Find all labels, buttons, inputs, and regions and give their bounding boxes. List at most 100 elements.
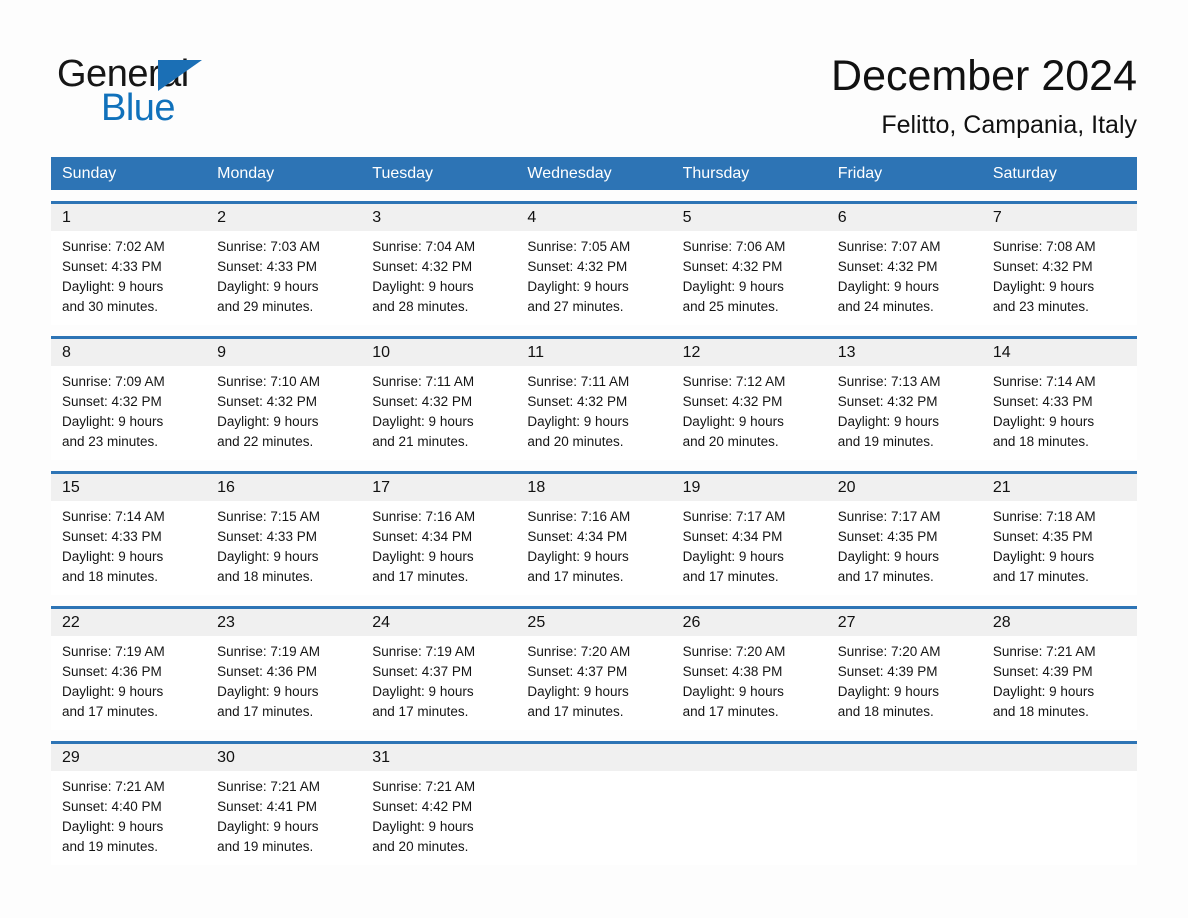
day-cell[interactable]: Sunrise: 7:14 AM Sunset: 4:33 PM Dayligh… — [982, 366, 1137, 460]
day-number[interactable]: 25 — [516, 609, 671, 636]
day-cell[interactable]: Sunrise: 7:20 AM Sunset: 4:37 PM Dayligh… — [516, 636, 671, 730]
day-cell[interactable]: Sunrise: 7:03 AM Sunset: 4:33 PM Dayligh… — [206, 231, 361, 325]
day-number[interactable]: 20 — [827, 474, 982, 501]
daylight-text: Daylight: 9 hours — [372, 414, 474, 429]
day-number[interactable]: 11 — [516, 339, 671, 366]
week-row: 1 2 3 4 5 6 7 Sunrise: 7:02 AM Sunset: 4… — [51, 201, 1137, 325]
week-detail-band: Sunrise: 7:09 AM Sunset: 4:32 PM Dayligh… — [51, 366, 1137, 460]
day-number[interactable]: 19 — [672, 474, 827, 501]
day-number[interactable]: 3 — [361, 204, 516, 231]
daylight-text: Daylight: 9 hours — [837, 549, 940, 564]
day-cell[interactable]: Sunrise: 7:21 AM Sunset: 4:39 PM Dayligh… — [982, 636, 1137, 730]
day-number[interactable]: 13 — [827, 339, 982, 366]
sunrise-text: Sunrise: 7:19 AM — [372, 644, 476, 659]
general-blue-logo[interactable]: General Blue — [57, 52, 287, 132]
day-number[interactable]: 30 — [206, 744, 361, 771]
daylight-text: Daylight: 9 hours — [682, 279, 784, 294]
day-number[interactable]: 21 — [982, 474, 1137, 501]
day-number[interactable]: 1 — [51, 204, 206, 231]
page-header: General Blue December 2024 Felitto, Camp… — [0, 0, 1188, 150]
day-number[interactable]: 12 — [672, 339, 827, 366]
day-cell[interactable]: Sunrise: 7:21 AM Sunset: 4:41 PM Dayligh… — [206, 771, 361, 865]
day-number[interactable]: 18 — [516, 474, 671, 501]
day-cell[interactable]: Sunrise: 7:17 AM Sunset: 4:35 PM Dayligh… — [827, 501, 982, 595]
day-cell[interactable]: Sunrise: 7:05 AM Sunset: 4:32 PM Dayligh… — [516, 231, 671, 325]
daylight-text-cont: and 19 minutes. — [837, 434, 934, 449]
day-number[interactable]: 14 — [982, 339, 1137, 366]
day-cell[interactable]: Sunrise: 7:19 AM Sunset: 4:36 PM Dayligh… — [51, 636, 206, 730]
day-cell[interactable]: Sunrise: 7:04 AM Sunset: 4:32 PM Dayligh… — [361, 231, 516, 325]
daylight-text: Daylight: 9 hours — [992, 684, 1095, 699]
day-cell[interactable]: Sunrise: 7:11 AM Sunset: 4:32 PM Dayligh… — [361, 366, 516, 460]
day-cell[interactable]: Sunrise: 7:21 AM Sunset: 4:40 PM Dayligh… — [51, 771, 206, 865]
day-number[interactable]: 15 — [51, 474, 206, 501]
daylight-text: Daylight: 9 hours — [837, 279, 940, 294]
day-number[interactable]: 8 — [51, 339, 206, 366]
sunrise-text: Sunrise: 7:20 AM — [682, 644, 786, 659]
day-number[interactable]: 6 — [827, 204, 982, 231]
day-cell[interactable]: Sunrise: 7:09 AM Sunset: 4:32 PM Dayligh… — [51, 366, 206, 460]
day-cell[interactable]: Sunrise: 7:02 AM Sunset: 4:33 PM Dayligh… — [51, 231, 206, 325]
day-number[interactable]: 9 — [206, 339, 361, 366]
sunrise-text: Sunrise: 7:17 AM — [837, 509, 941, 524]
day-number[interactable]: 23 — [206, 609, 361, 636]
day-cell[interactable]: Sunrise: 7:19 AM Sunset: 4:37 PM Dayligh… — [361, 636, 516, 730]
day-cell[interactable]: Sunrise: 7:12 AM Sunset: 4:32 PM Dayligh… — [672, 366, 827, 460]
daylight-text-cont: and 20 minutes. — [682, 434, 779, 449]
sunrise-text: Sunrise: 7:12 AM — [682, 374, 786, 389]
day-cell[interactable]: Sunrise: 7:17 AM Sunset: 4:34 PM Dayligh… — [672, 501, 827, 595]
calendar-page: General Blue December 2024 Felitto, Camp… — [0, 0, 1188, 918]
day-number[interactable]: 17 — [361, 474, 516, 501]
daylight-text: Daylight: 9 hours — [217, 684, 319, 699]
day-number[interactable]: 26 — [672, 609, 827, 636]
daylight-text: Daylight: 9 hours — [837, 414, 940, 429]
daylight-text-cont: and 17 minutes. — [527, 569, 624, 584]
day-cell[interactable]: Sunrise: 7:06 AM Sunset: 4:32 PM Dayligh… — [672, 231, 827, 325]
day-number[interactable]: 22 — [51, 609, 206, 636]
day-cell[interactable]: Sunrise: 7:16 AM Sunset: 4:34 PM Dayligh… — [361, 501, 516, 595]
day-cell[interactable]: Sunrise: 7:11 AM Sunset: 4:32 PM Dayligh… — [516, 366, 671, 460]
daylight-text: Daylight: 9 hours — [992, 279, 1095, 294]
day-cell[interactable]: Sunrise: 7:14 AM Sunset: 4:33 PM Dayligh… — [51, 501, 206, 595]
day-cell[interactable]: Sunrise: 7:13 AM Sunset: 4:32 PM Dayligh… — [827, 366, 982, 460]
sunset-text: Sunset: 4:32 PM — [372, 394, 473, 409]
sunset-text: Sunset: 4:32 PM — [837, 394, 938, 409]
day-cell[interactable]: Sunrise: 7:10 AM Sunset: 4:32 PM Dayligh… — [206, 366, 361, 460]
sunset-text: Sunset: 4:33 PM — [62, 529, 162, 544]
sunset-text: Sunset: 4:33 PM — [217, 259, 317, 274]
day-number[interactable]: 4 — [516, 204, 671, 231]
day-cell[interactable]: Sunrise: 7:20 AM Sunset: 4:39 PM Dayligh… — [827, 636, 982, 730]
page-title: December 2024 — [831, 52, 1137, 100]
day-number[interactable]: 2 — [206, 204, 361, 231]
day-number[interactable]: 28 — [982, 609, 1137, 636]
day-number[interactable]: 10 — [361, 339, 516, 366]
day-cell[interactable]: Sunrise: 7:07 AM Sunset: 4:32 PM Dayligh… — [827, 231, 982, 325]
day-cell[interactable]: Sunrise: 7:15 AM Sunset: 4:33 PM Dayligh… — [206, 501, 361, 595]
sunset-text: Sunset: 4:34 PM — [682, 529, 783, 544]
day-number[interactable]: 24 — [361, 609, 516, 636]
day-cell[interactable]: Sunrise: 7:20 AM Sunset: 4:38 PM Dayligh… — [672, 636, 827, 730]
day-number[interactable]: 29 — [51, 744, 206, 771]
day-cell[interactable]: Sunrise: 7:19 AM Sunset: 4:36 PM Dayligh… — [206, 636, 361, 730]
daylight-text: Daylight: 9 hours — [62, 279, 164, 294]
day-cell[interactable]: Sunrise: 7:18 AM Sunset: 4:35 PM Dayligh… — [982, 501, 1137, 595]
day-number[interactable]: 31 — [361, 744, 516, 771]
day-number[interactable]: 27 — [827, 609, 982, 636]
daylight-text-cont: and 25 minutes. — [682, 299, 779, 314]
sunset-text: Sunset: 4:35 PM — [837, 529, 938, 544]
sunrise-text: Sunrise: 7:17 AM — [682, 509, 786, 524]
sunset-text: Sunset: 4:32 PM — [682, 259, 783, 274]
sunset-text: Sunset: 4:36 PM — [217, 664, 317, 679]
day-number[interactable]: 7 — [982, 204, 1137, 231]
daylight-text-cont: and 17 minutes. — [217, 704, 314, 719]
day-cell[interactable]: Sunrise: 7:08 AM Sunset: 4:32 PM Dayligh… — [982, 231, 1137, 325]
day-number[interactable]: 16 — [206, 474, 361, 501]
daylight-text-cont: and 19 minutes. — [217, 839, 314, 854]
day-cell[interactable]: Sunrise: 7:16 AM Sunset: 4:34 PM Dayligh… — [516, 501, 671, 595]
sunrise-text: Sunrise: 7:05 AM — [527, 239, 631, 254]
day-number[interactable]: 5 — [672, 204, 827, 231]
daylight-text-cont: and 30 minutes. — [62, 299, 159, 314]
day-cell[interactable]: Sunrise: 7:21 AM Sunset: 4:42 PM Dayligh… — [361, 771, 516, 865]
sunset-text: Sunset: 4:39 PM — [837, 664, 938, 679]
sunrise-text: Sunrise: 7:14 AM — [62, 509, 165, 524]
